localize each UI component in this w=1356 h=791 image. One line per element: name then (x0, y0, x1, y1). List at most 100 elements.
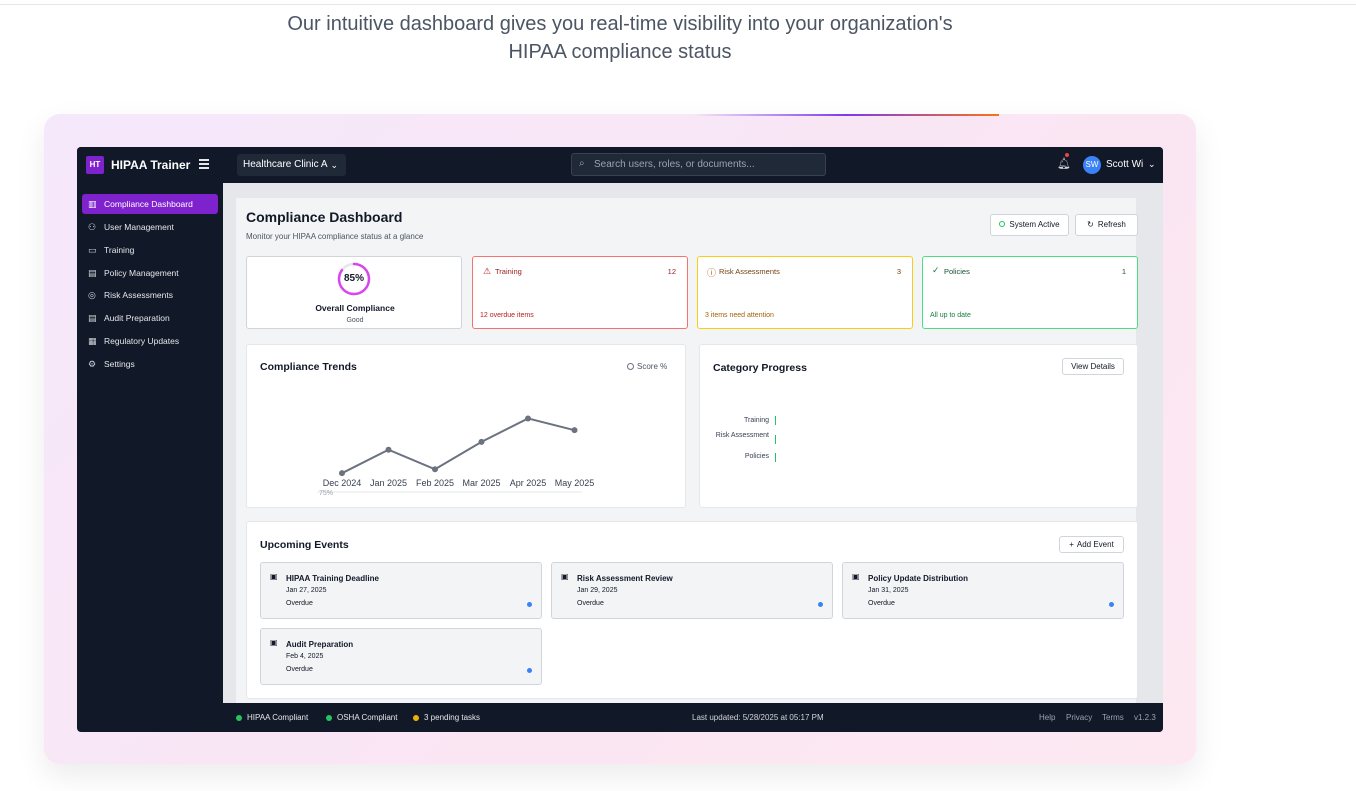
dashboard-panel: Compliance Dashboard Monitor your HIPAA … (236, 198, 1138, 703)
refresh-button[interactable]: ↻ Refresh (1075, 214, 1138, 236)
sidebar: ▥ Compliance Dashboard ⚇ User Management… (77, 183, 223, 703)
osha-status: OSHA Compliant (326, 713, 397, 722)
system-status-label: System Active (1009, 220, 1060, 229)
event-card[interactable]: ▣ Risk Assessment Review Jan 29, 2025 Ov… (551, 562, 833, 619)
event-status: Overdue (286, 600, 313, 607)
sidebar-item-label: Risk Assessments (104, 290, 173, 300)
trend-point[interactable] (432, 466, 438, 473)
sidebar-item-regulatory-updates[interactable]: ▦ Regulatory Updates (82, 331, 218, 351)
notification-dot (1065, 153, 1069, 157)
calendar-icon: ▣ (270, 638, 278, 647)
notification-bell-icon[interactable]: 🔔︎ (1057, 153, 1071, 170)
page-title: Compliance Dashboard (246, 209, 403, 225)
privacy-link[interactable]: Privacy (1066, 713, 1092, 722)
help-link[interactable]: Help (1039, 713, 1055, 722)
training-stat-card[interactable]: ⚠ Training 12 12 overdue items (472, 256, 688, 329)
trend-point[interactable] (571, 427, 578, 434)
overall-compliance-card: 85% Overall Compliance Good (246, 256, 462, 329)
trend-point[interactable] (385, 446, 392, 453)
last-updated: Last updated: 5/28/2025 at 05:17 PM (692, 713, 824, 722)
event-status: Overdue (577, 600, 604, 607)
app-name: HIPAA Trainer (111, 158, 191, 172)
category-bar-risk-assessment (775, 435, 776, 444)
plus-icon: + (1069, 540, 1074, 549)
sidebar-item-compliance-dashboard[interactable]: ▥ Compliance Dashboard (82, 194, 218, 214)
search-box: ⌕ (571, 153, 826, 176)
osha-status-dot (326, 715, 332, 721)
menu-icon[interactable] (199, 159, 209, 169)
event-card[interactable]: ▣ HIPAA Training Deadline Jan 27, 2025 O… (260, 562, 542, 619)
top-bar: HT HIPAA Trainer Healthcare Clinic A ⌄ ⌕… (77, 147, 1163, 183)
event-title: HIPAA Training Deadline (286, 574, 379, 583)
risk-stat-count: 3 (896, 267, 901, 276)
check-circle-icon: ◎ (88, 290, 96, 300)
system-status-badge: System Active (990, 214, 1069, 236)
overall-compliance-status: Good (346, 317, 364, 324)
event-date: Feb 4, 2025 (286, 653, 324, 660)
trend-point[interactable] (339, 470, 345, 477)
sidebar-item-label: Audit Preparation (104, 313, 170, 323)
event-status-dot (1109, 602, 1114, 607)
compliance-trends-card: Compliance Trends Score % Dec 2024 Jan 20… (246, 344, 686, 508)
risk-assessments-stat-card[interactable]: ⓘ Risk Assessments 3 3 items need attent… (697, 256, 913, 329)
osha-status-label: OSHA Compliant (337, 713, 398, 722)
trend-point[interactable] (525, 415, 531, 422)
sidebar-item-policy-management[interactable]: ▤ Policy Management (82, 263, 218, 283)
status-footer: HIPAA Compliant OSHA Compliant 3 pending… (223, 703, 1163, 732)
event-status-dot (527, 668, 532, 673)
refresh-icon: ↻ (1087, 220, 1094, 229)
user-name[interactable]: Scott Wi (1106, 159, 1143, 170)
sidebar-item-audit-preparation[interactable]: ▤ Audit Preparation (82, 308, 218, 328)
hero-line-1: Our intuitive dashboard gives you real-t… (287, 13, 953, 35)
policies-stat-card[interactable]: ✓ Policies 1 All up to date (922, 256, 1138, 329)
x-tick-label: Apr 2025 (510, 478, 547, 488)
x-tick-label: Feb 2025 (416, 478, 454, 488)
policies-stat-note: All up to date (930, 312, 971, 319)
event-card[interactable]: ▣ Audit Preparation Feb 4, 2025 Overdue (260, 628, 542, 685)
frame-glow-line (694, 114, 999, 116)
x-tick-label: Mar 2025 (462, 478, 500, 488)
category-label-policies: Policies (744, 453, 769, 460)
pending-tasks-label: 3 pending tasks (424, 713, 481, 722)
sidebar-item-settings[interactable]: ⚙ Settings (82, 354, 218, 374)
bar-chart-icon: ▥ (88, 199, 97, 209)
user-menu-chevron-icon[interactable]: ⌄ (1148, 159, 1156, 170)
upcoming-events-card: Upcoming Events + Add Event ▣ HIPAA Train… (246, 521, 1138, 699)
event-status-dot (818, 602, 823, 607)
pending-tasks[interactable]: 3 pending tasks (413, 713, 480, 722)
calendar-icon: ▣ (852, 572, 860, 581)
users-icon: ⚇ (88, 222, 97, 232)
sidebar-item-user-management[interactable]: ⚇ User Management (82, 217, 218, 237)
search-input[interactable] (594, 157, 819, 172)
trend-point[interactable] (478, 438, 485, 445)
terms-link[interactable]: Terms (1102, 713, 1124, 722)
warning-triangle-icon: ⚠ (483, 266, 492, 276)
add-event-label: Add Event (1076, 540, 1114, 549)
event-title: Risk Assessment Review (577, 574, 673, 583)
event-date: Jan 29, 2025 (577, 587, 618, 594)
event-card[interactable]: ▣ Policy Update Distribution Jan 31, 202… (842, 562, 1124, 619)
compliance-trends-chart: Dec 2024 Jan 2025 Feb 2025 Mar 2025 Apr 2025… (317, 415, 595, 497)
event-status-dot (527, 602, 532, 607)
chevron-down-icon: ⌄ (330, 160, 338, 170)
event-title: Audit Preparation (286, 640, 354, 649)
sidebar-item-risk-assessments[interactable]: ◎ Risk Assessments (82, 285, 218, 305)
policies-stat-label: Policies (944, 267, 970, 276)
user-avatar[interactable]: SW (1083, 156, 1101, 174)
organization-select[interactable]: Healthcare Clinic A ⌄ (237, 154, 346, 176)
status-circle-icon (999, 221, 1006, 227)
event-status: Overdue (286, 666, 313, 673)
x-tick-label: Dec 2024 (323, 478, 362, 488)
x-tick-label: May 2025 (555, 478, 595, 488)
category-label-risk-assessment: Risk Assessment (715, 432, 769, 439)
sidebar-item-training[interactable]: ▭ Training (82, 240, 218, 260)
event-status: Overdue (868, 600, 895, 607)
main-scrollbar[interactable] (1152, 183, 1163, 703)
training-stat-note: 12 overdue items (480, 312, 534, 319)
overall-compliance-label: Overall Compliance (315, 303, 395, 313)
add-event-button[interactable]: + Add Event (1059, 536, 1124, 553)
risk-stat-note: 3 items need attention (705, 312, 774, 319)
view-details-button[interactable]: View Details (1062, 358, 1124, 375)
category-bar-policies (775, 453, 776, 462)
check-icon: ✓ (932, 265, 940, 275)
